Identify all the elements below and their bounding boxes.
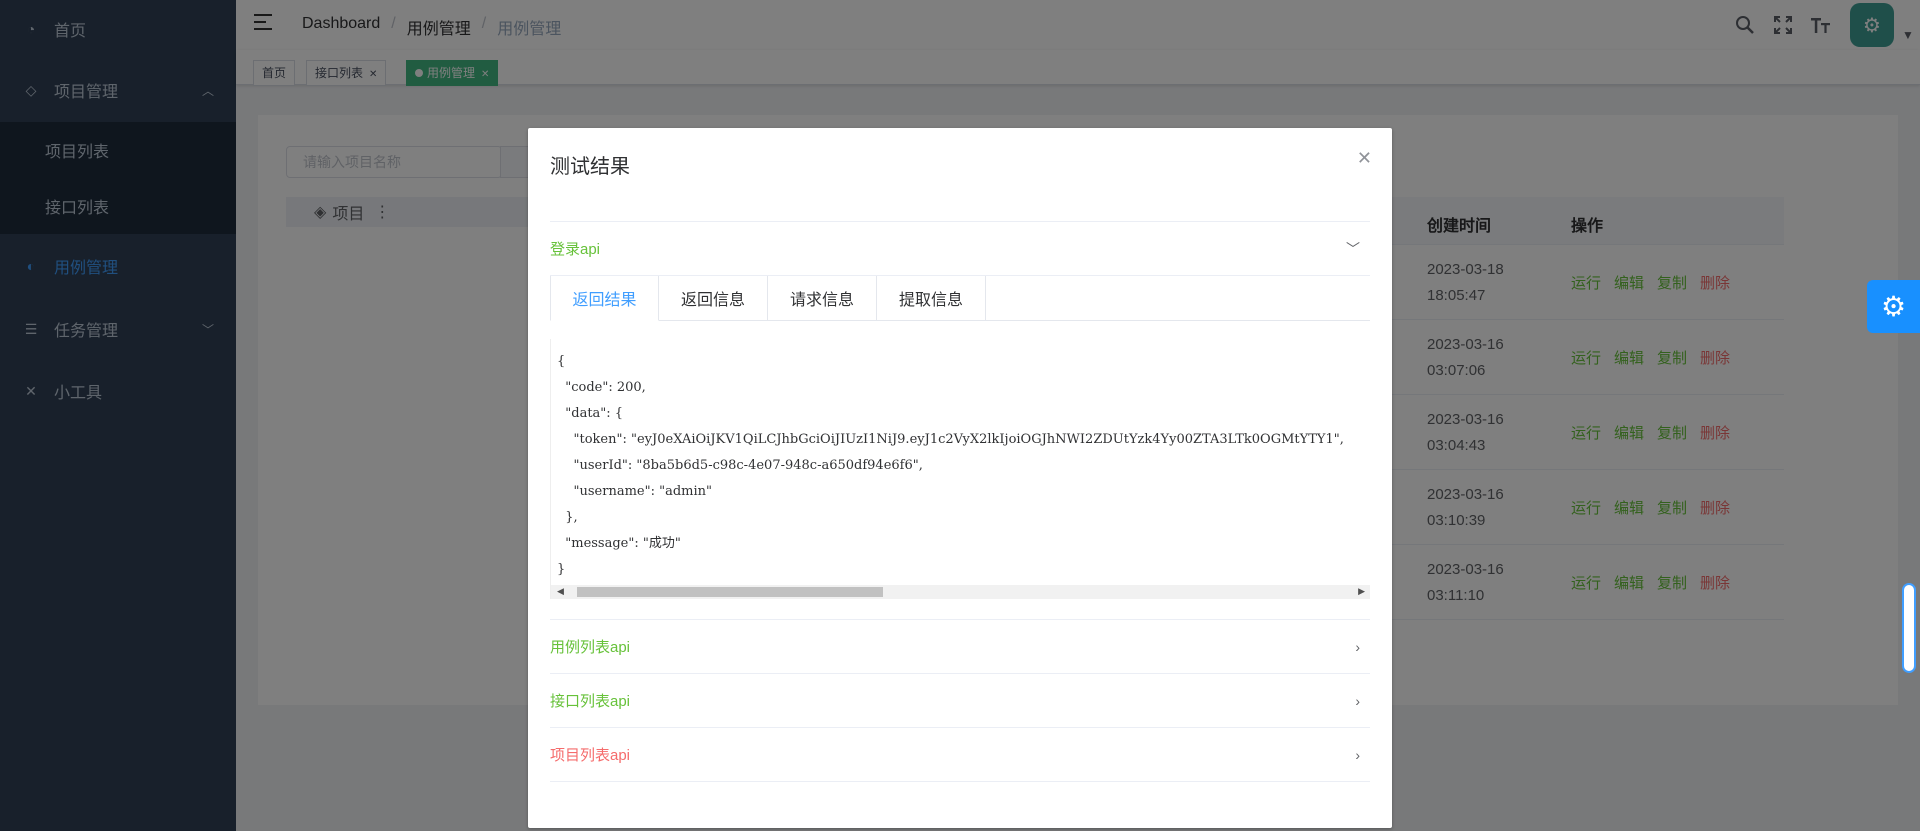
result-tabs: 返回结果 返回信息 请求信息 提取信息 <box>550 275 1370 321</box>
chevron-right-icon: › <box>1355 746 1360 763</box>
collapse-title: 登录api <box>550 241 601 258</box>
collapse-body-login-api: 返回结果 返回信息 请求信息 提取信息 { "code": 200, "data… <box>550 275 1370 620</box>
tab-request-info[interactable]: 请求信息 <box>768 275 877 321</box>
tab-response-result[interactable]: 返回结果 <box>550 275 659 321</box>
response-json-viewer[interactable]: { "code": 200, "data": { "token": "eyJ0e… <box>550 339 1370 599</box>
collapse-header-login-api[interactable]: 登录api ﹀ <box>550 222 1370 276</box>
collapse-header-project-list-api[interactable]: 项目列表api › <box>550 728 1370 782</box>
tab-extract-info[interactable]: 提取信息 <box>877 275 986 321</box>
scroll-left-icon[interactable]: ◀ <box>557 586 564 597</box>
scroll-right-icon[interactable]: ▶ <box>1358 586 1365 597</box>
tab-response-info[interactable]: 返回信息 <box>659 275 768 321</box>
collapse-title: 用例列表api <box>550 639 631 656</box>
collapse-title: 接口列表api <box>550 693 631 710</box>
collapse-header-case-list-api[interactable]: 用例列表api › <box>550 620 1370 674</box>
horizontal-scrollbar[interactable]: ◀ ▶ <box>551 585 1370 599</box>
collapse-header-api-list-api[interactable]: 接口列表api › <box>550 674 1370 728</box>
chevron-right-icon: › <box>1355 692 1360 709</box>
result-collapse: 登录api ﹀ 返回结果 返回信息 请求信息 提取信息 { "code": 20… <box>550 221 1370 782</box>
collapse-title: 项目列表api <box>550 747 631 764</box>
close-icon[interactable]: ✕ <box>1357 148 1372 169</box>
test-result-dialog: 测试结果 ✕ 登录api ﹀ 返回结果 返回信息 请求信息 提取信息 { "co… <box>528 128 1392 828</box>
response-json: { "code": 200, "data": { "token": "eyJ0e… <box>557 354 1344 577</box>
chevron-right-icon: › <box>1355 638 1360 655</box>
dialog-title: 测试结果 <box>550 156 630 178</box>
settings-gear-icon[interactable]: ⚙ <box>1867 280 1920 333</box>
scrollbar-thumb[interactable] <box>577 587 883 597</box>
chevron-down-icon: ﹀ <box>1346 240 1360 257</box>
page-scrollbar-thumb[interactable] <box>1902 583 1916 673</box>
